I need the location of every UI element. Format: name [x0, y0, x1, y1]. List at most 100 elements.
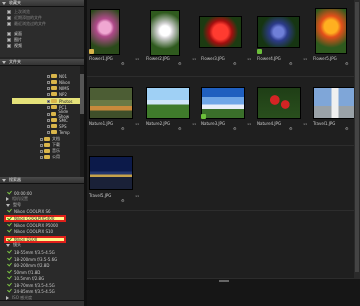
photo-thumbnail[interactable] — [89, 156, 133, 190]
expand-toggle-icon[interactable] — [47, 130, 50, 134]
photo-thumbnail[interactable] — [257, 87, 301, 119]
thumbnail-item[interactable]: Travel5.JPG x1 ⚙ — [87, 152, 143, 212]
expand-toggle-icon[interactable] — [47, 92, 50, 96]
filter-label: 24-85mm f/3.5-4.5G — [14, 288, 55, 294]
sidebar: 收藏夹 上次浏览 近期添加的文件 最近浏览过的文件 桌面 图片 视频 文件夹 N… — [0, 0, 84, 306]
expand-toggle-icon[interactable] — [40, 155, 43, 159]
folder-label: Photos — [59, 98, 73, 104]
folder-tree-item[interactable]: Temp — [12, 129, 78, 135]
scrollbar-thumb[interactable] — [355, 2, 359, 272]
expand-down-icon[interactable] — [6, 243, 10, 247]
folder-label: Temp — [59, 129, 70, 135]
collapse-arrow-icon[interactable] — [2, 1, 6, 5]
filter-item[interactable]: 80-200mm f/2.8D — [0, 262, 80, 268]
favorites-panel-header[interactable]: 收藏夹 — [0, 0, 84, 7]
expand-toggle-icon[interactable] — [47, 99, 50, 103]
thumbnail-item[interactable]: Nature1.JPG x1 ⚙ — [87, 83, 143, 143]
filter-item[interactable]: Nikon COOLPIX S10 — [0, 228, 80, 234]
favorites-panel: 上次浏览 近期添加的文件 最近浏览过的文件 桌面 图片 视频 — [0, 7, 84, 57]
checkmark-icon[interactable] — [7, 250, 12, 254]
checkmark-icon[interactable] — [7, 209, 12, 213]
thumbnail-item[interactable]: Nature4.JPG x1 ⚙ — [255, 83, 311, 143]
photo-thumbnail[interactable] — [90, 9, 120, 55]
thumbnail-item[interactable]: Flower1.JPG x1 ⚙ — [87, 8, 143, 68]
filter-item[interactable]: Nikon COOLPIX S6 — [0, 208, 80, 214]
thumbnail-item[interactable]: Flower2.JPG x1 ⚙ — [144, 8, 200, 68]
filter-panel-header[interactable]: 搜索器 — [0, 177, 84, 184]
expand-toggle-icon[interactable] — [47, 118, 50, 122]
gear-icon[interactable]: ⚙ — [289, 126, 293, 131]
folder-icon — [44, 137, 50, 141]
folder-label: N01 — [59, 73, 68, 79]
folder-label: SPS — [59, 123, 67, 129]
expand-toggle-icon[interactable] — [47, 105, 50, 109]
folder-icon — [50, 112, 57, 116]
gear-icon[interactable]: ⚙ — [121, 126, 125, 131]
thumbnail-count: x1 — [192, 57, 196, 61]
thumbnail-item[interactable]: Travel1.JPGx1⚙ — [311, 83, 360, 143]
filter-item[interactable]: 10.5mm f/2.8G — [0, 275, 80, 281]
filter-item-highlighted[interactable]: Nikon COOLPIX5400 — [4, 215, 66, 222]
thumbnail-item[interactable]: Nature2.JPG x1 ⚙ — [144, 83, 200, 143]
expand-toggle-icon[interactable] — [47, 86, 50, 90]
gear-icon[interactable]: ⚙ — [289, 61, 293, 66]
favorite-item[interactable]: 视频 — [0, 43, 84, 49]
expand-toggle-icon[interactable] — [40, 143, 43, 147]
photo-thumbnail[interactable] — [257, 16, 300, 48]
expand-toggle-icon[interactable] — [47, 80, 50, 84]
photo-thumbnail[interactable] — [146, 87, 190, 119]
folder-tree-item[interactable]: NP2 — [12, 91, 78, 97]
photo-thumbnail[interactable] — [199, 16, 242, 48]
photo-thumbnail[interactable] — [150, 10, 180, 56]
expand-toggle-icon[interactable] — [40, 137, 43, 141]
thumbnail-filename: Flower4.JPG — [257, 56, 281, 61]
bottom-panel — [87, 278, 360, 306]
gear-icon[interactable]: ⚙ — [178, 61, 182, 66]
filter-label: 80-200mm f/2.8D — [14, 262, 50, 268]
thumbnail-item[interactable]: Flower3.JPG x1 ⚙ — [199, 8, 255, 68]
gear-icon[interactable]: ⚙ — [121, 61, 125, 66]
thumbnail-item[interactable]: Nature3.JPG x1 ⚙ — [199, 83, 255, 143]
thumbnail-scrollbar[interactable] — [354, 0, 360, 278]
folder-tree-item[interactable]: 公用 — [12, 154, 78, 160]
filter-label: 00:00:00 — [14, 190, 32, 196]
resize-grip[interactable] — [219, 280, 229, 282]
file-icon — [7, 10, 11, 14]
thumbnail-count: x1 — [135, 122, 139, 126]
checkmark-icon[interactable] — [7, 263, 12, 267]
gear-icon[interactable]: ⚙ — [121, 198, 125, 203]
expand-toggle-icon[interactable] — [40, 149, 43, 153]
photo-thumbnail[interactable] — [313, 87, 357, 119]
gear-icon[interactable]: ⚙ — [345, 126, 349, 131]
expand-toggle-icon[interactable] — [47, 124, 50, 128]
filter-item[interactable]: 18-55mm f/3.5-4.5G — [0, 249, 80, 255]
thumbnail-item[interactable]: Flower4.JPG x1 ⚙ — [255, 8, 311, 68]
thumbnail-count: x1 — [135, 57, 139, 61]
checkmark-icon[interactable] — [7, 238, 12, 242]
checkmark-icon[interactable] — [7, 276, 12, 280]
checkmark-icon[interactable] — [7, 229, 12, 233]
checkmark-icon[interactable] — [7, 191, 12, 195]
filter-item[interactable]: 24-85mm f/3.5-4.5G — [0, 288, 80, 294]
video-icon — [7, 44, 11, 48]
checkmark-icon[interactable] — [7, 217, 12, 221]
checkmark-icon[interactable] — [7, 289, 12, 293]
expand-toggle-icon[interactable] — [47, 74, 50, 78]
expand-toggle-icon[interactable] — [47, 112, 50, 116]
expand-right-icon[interactable] — [6, 197, 9, 201]
gear-icon[interactable]: ⚙ — [233, 126, 237, 131]
filter-label: 18-70mm f/3.5-4.5G — [14, 282, 55, 288]
photo-thumbnail[interactable] — [315, 8, 347, 54]
collapse-arrow-icon[interactable] — [2, 178, 6, 182]
thumbnail-count: x1 — [192, 122, 196, 126]
filter-item[interactable]: 镜头 — [0, 242, 80, 248]
photo-thumbnail[interactable] — [89, 87, 133, 119]
gear-icon[interactable]: ⚙ — [178, 126, 182, 131]
expand-down-icon[interactable] — [6, 203, 10, 207]
gear-icon[interactable]: ⚙ — [345, 61, 349, 66]
collapse-arrow-icon[interactable] — [2, 60, 6, 64]
folders-panel-header[interactable]: 文件夹 — [0, 59, 84, 66]
photo-thumbnail[interactable] — [201, 87, 245, 119]
gear-icon[interactable]: ⚙ — [233, 61, 237, 66]
thumbnail-item[interactable]: Flower5.JPGx1⚙ — [311, 8, 360, 68]
